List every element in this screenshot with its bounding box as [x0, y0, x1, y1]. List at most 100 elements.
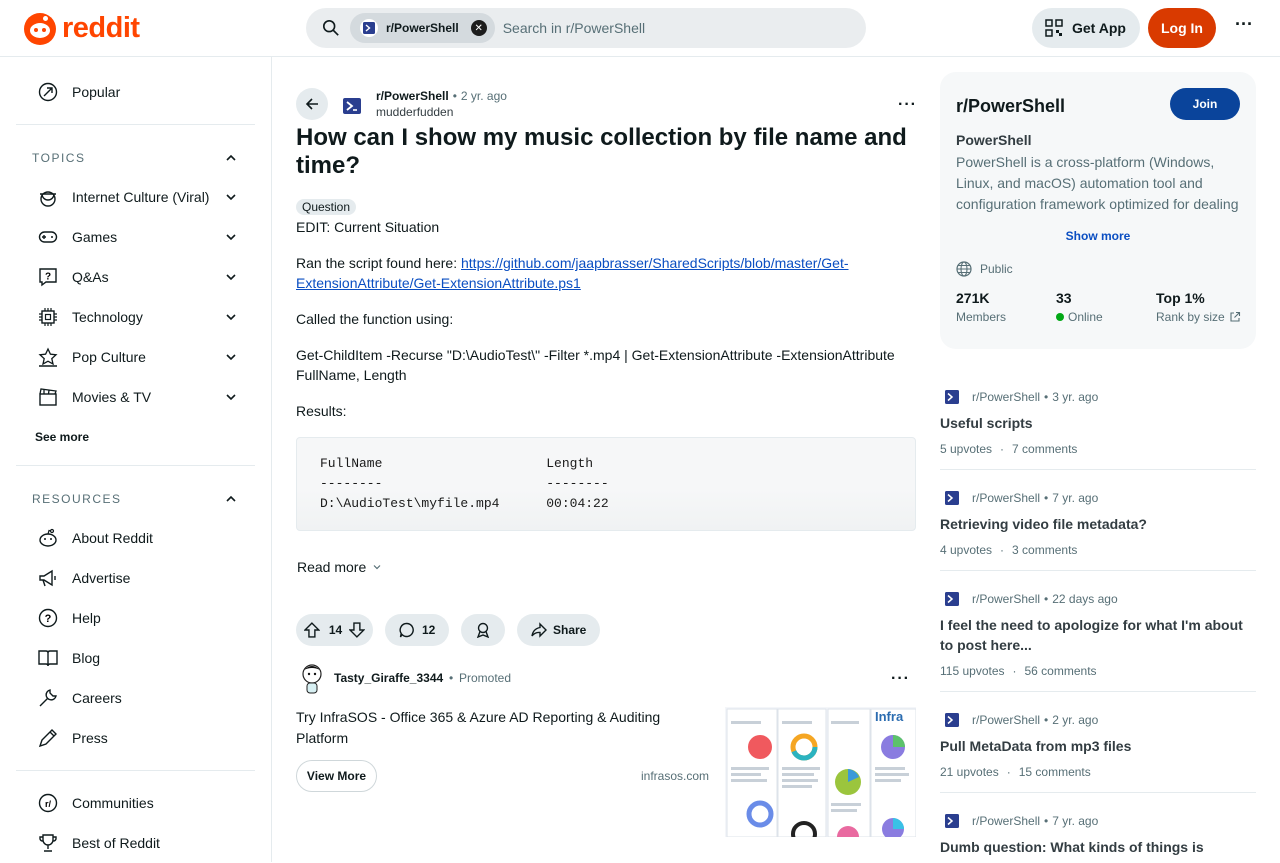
topic-pop-culture[interactable]: Pop Culture: [16, 337, 255, 377]
see-more-topics[interactable]: See more: [35, 430, 89, 444]
divider: [940, 570, 1256, 571]
topic-label: Internet Culture (Viral): [72, 189, 210, 205]
back-button[interactable]: [296, 88, 328, 120]
share-button[interactable]: Share: [517, 614, 600, 646]
topic-qas[interactable]: ? Q&As: [16, 257, 255, 297]
related-subreddit[interactable]: r/PowerShell: [972, 592, 1040, 606]
resource-press[interactable]: Press: [16, 718, 255, 758]
resources-header[interactable]: RESOURCES: [16, 479, 255, 519]
snoo-outline-icon: [38, 528, 58, 548]
read-more-button[interactable]: Read more: [297, 559, 382, 575]
topic-movies-tv[interactable]: Movies & TV: [16, 377, 255, 417]
chevron-down-icon: [226, 194, 236, 201]
topic-label: Q&As: [72, 269, 109, 285]
related-title[interactable]: Pull MetaData from mp3 files: [940, 736, 1250, 756]
resource-help[interactable]: ? Help: [16, 598, 255, 638]
subreddit-avatar[interactable]: [340, 94, 364, 118]
code-block: FullName Length -------- -------- D:\Aud…: [296, 437, 916, 531]
powershell-icon: [360, 19, 378, 37]
award-button[interactable]: [461, 614, 505, 646]
advertiser-name[interactable]: Tasty_Giraffe_3344: [334, 671, 443, 685]
topic-games[interactable]: Games: [16, 217, 255, 257]
show-more-button[interactable]: Show more: [940, 229, 1256, 243]
topics-header[interactable]: TOPICS: [16, 138, 255, 178]
post-paragraph: Ran the script found here: https://githu…: [296, 253, 906, 293]
search-bar[interactable]: r/PowerShell ✕: [306, 8, 866, 48]
search-input[interactable]: [502, 20, 803, 36]
award-icon: [476, 622, 490, 638]
resource-about-reddit[interactable]: About Reddit: [16, 518, 255, 558]
chip-icon: [38, 307, 58, 327]
chevron-down-icon: [226, 274, 236, 281]
view-more-button[interactable]: View More: [296, 760, 377, 792]
related-post[interactable]: r/PowerShell • 22 days ago I feel the ne…: [940, 583, 1256, 693]
topic-technology[interactable]: Technology: [16, 297, 255, 337]
external-link-icon: [1230, 311, 1240, 322]
post-subreddit-link[interactable]: r/PowerShell: [376, 89, 449, 103]
clear-scope-icon[interactable]: ✕: [470, 20, 487, 36]
promo-domain[interactable]: infrasos.com: [641, 769, 709, 783]
get-app-button[interactable]: Get App: [1032, 8, 1140, 48]
powershell-icon: [940, 587, 964, 611]
related-subreddit[interactable]: r/PowerShell: [972, 814, 1040, 828]
topic-internet-culture[interactable]: Internet Culture (Viral): [16, 177, 255, 217]
promo-title[interactable]: Try InfraSOS - Office 365 & Azure AD Rep…: [296, 707, 696, 749]
related-subreddit[interactable]: r/PowerShell: [972, 390, 1040, 404]
advertiser-avatar[interactable]: [296, 662, 328, 694]
nav-best-label: Best of Reddit: [72, 835, 160, 851]
visibility-row: Public: [956, 261, 1013, 277]
related-post[interactable]: r/PowerShell • 3 yr. ago Useful scripts …: [940, 381, 1256, 471]
promo-image[interactable]: Infra: [725, 707, 916, 837]
meta-dot: •: [1044, 713, 1049, 727]
read-more-label: Read more: [297, 559, 367, 575]
topics-heading: TOPICS: [32, 151, 86, 165]
chevron-down-icon: [226, 354, 236, 361]
comments-button[interactable]: 12: [385, 614, 449, 646]
post-author[interactable]: mudderfudden: [376, 105, 453, 119]
top-header: reddit r/PowerShell ✕ Get App Log In ···: [0, 0, 1280, 57]
join-button[interactable]: Join: [1170, 88, 1240, 120]
resource-advertise[interactable]: Advertise: [16, 558, 255, 598]
reddit-logo[interactable]: reddit: [24, 12, 140, 45]
comment-icon: [399, 622, 414, 638]
powershell-icon: [343, 98, 361, 114]
promoted-label: Promoted: [459, 671, 512, 685]
related-post[interactable]: r/PowerShell • 2 yr. ago Pull MetaData f…: [940, 704, 1256, 794]
related-title[interactable]: Dumb question: What kinds of things is p…: [940, 837, 1250, 862]
promo-more-icon[interactable]: ···: [891, 670, 910, 688]
more-options-icon[interactable]: ···: [1232, 15, 1256, 38]
search-scope-chip[interactable]: r/PowerShell ✕: [350, 13, 495, 43]
post-time: 2 yr. ago: [460, 89, 507, 103]
related-subreddit[interactable]: r/PowerShell: [972, 713, 1040, 727]
related-post[interactable]: r/PowerShell • 7 yr. ago Dumb question: …: [940, 805, 1256, 862]
resource-blog[interactable]: Blog: [16, 638, 255, 678]
resource-label: Advertise: [72, 570, 131, 586]
post-flair[interactable]: Question: [296, 199, 357, 215]
vote-count: 14: [328, 623, 343, 637]
upvote-icon[interactable]: [304, 622, 320, 638]
related-subreddit[interactable]: r/PowerShell: [972, 491, 1040, 505]
post-more-icon[interactable]: ···: [898, 96, 917, 114]
login-button[interactable]: Log In: [1148, 8, 1216, 48]
related-post[interactable]: r/PowerShell • 7 yr. ago Retrieving vide…: [940, 482, 1256, 572]
code-line: D:\AudioTest\myfile.mp4 00:04:22: [320, 496, 609, 511]
code-line: FullName Length: [320, 456, 594, 471]
topic-label: Technology: [72, 309, 143, 325]
nav-communities[interactable]: r/ Communities: [16, 783, 255, 823]
nav-best-of-reddit[interactable]: Best of Reddit: [16, 823, 255, 863]
related-title[interactable]: Useful scripts: [940, 413, 1250, 433]
divider: [16, 770, 255, 771]
community-about-card: r/PowerShell Join PowerShell PowerShell …: [940, 72, 1256, 349]
online-value: 33: [1056, 290, 1072, 306]
related-title[interactable]: I feel the need to apologize for what I'…: [940, 615, 1250, 655]
community-name[interactable]: r/PowerShell: [956, 96, 1065, 117]
resource-careers[interactable]: Careers: [16, 678, 255, 718]
post-title: How can I show my music collection by fi…: [296, 124, 907, 179]
related-meta: r/PowerShell • 7 yr. ago: [940, 486, 1098, 510]
post-called: Called the function using:: [296, 311, 454, 327]
related-title[interactable]: Retrieving video file metadata?: [940, 514, 1250, 534]
rank-stat[interactable]: Top 1% Rank by size: [1156, 290, 1241, 324]
downvote-icon[interactable]: [349, 622, 365, 638]
related-stats: 21 upvotes · 15 comments: [940, 765, 1091, 779]
nav-popular[interactable]: Popular: [16, 72, 255, 112]
